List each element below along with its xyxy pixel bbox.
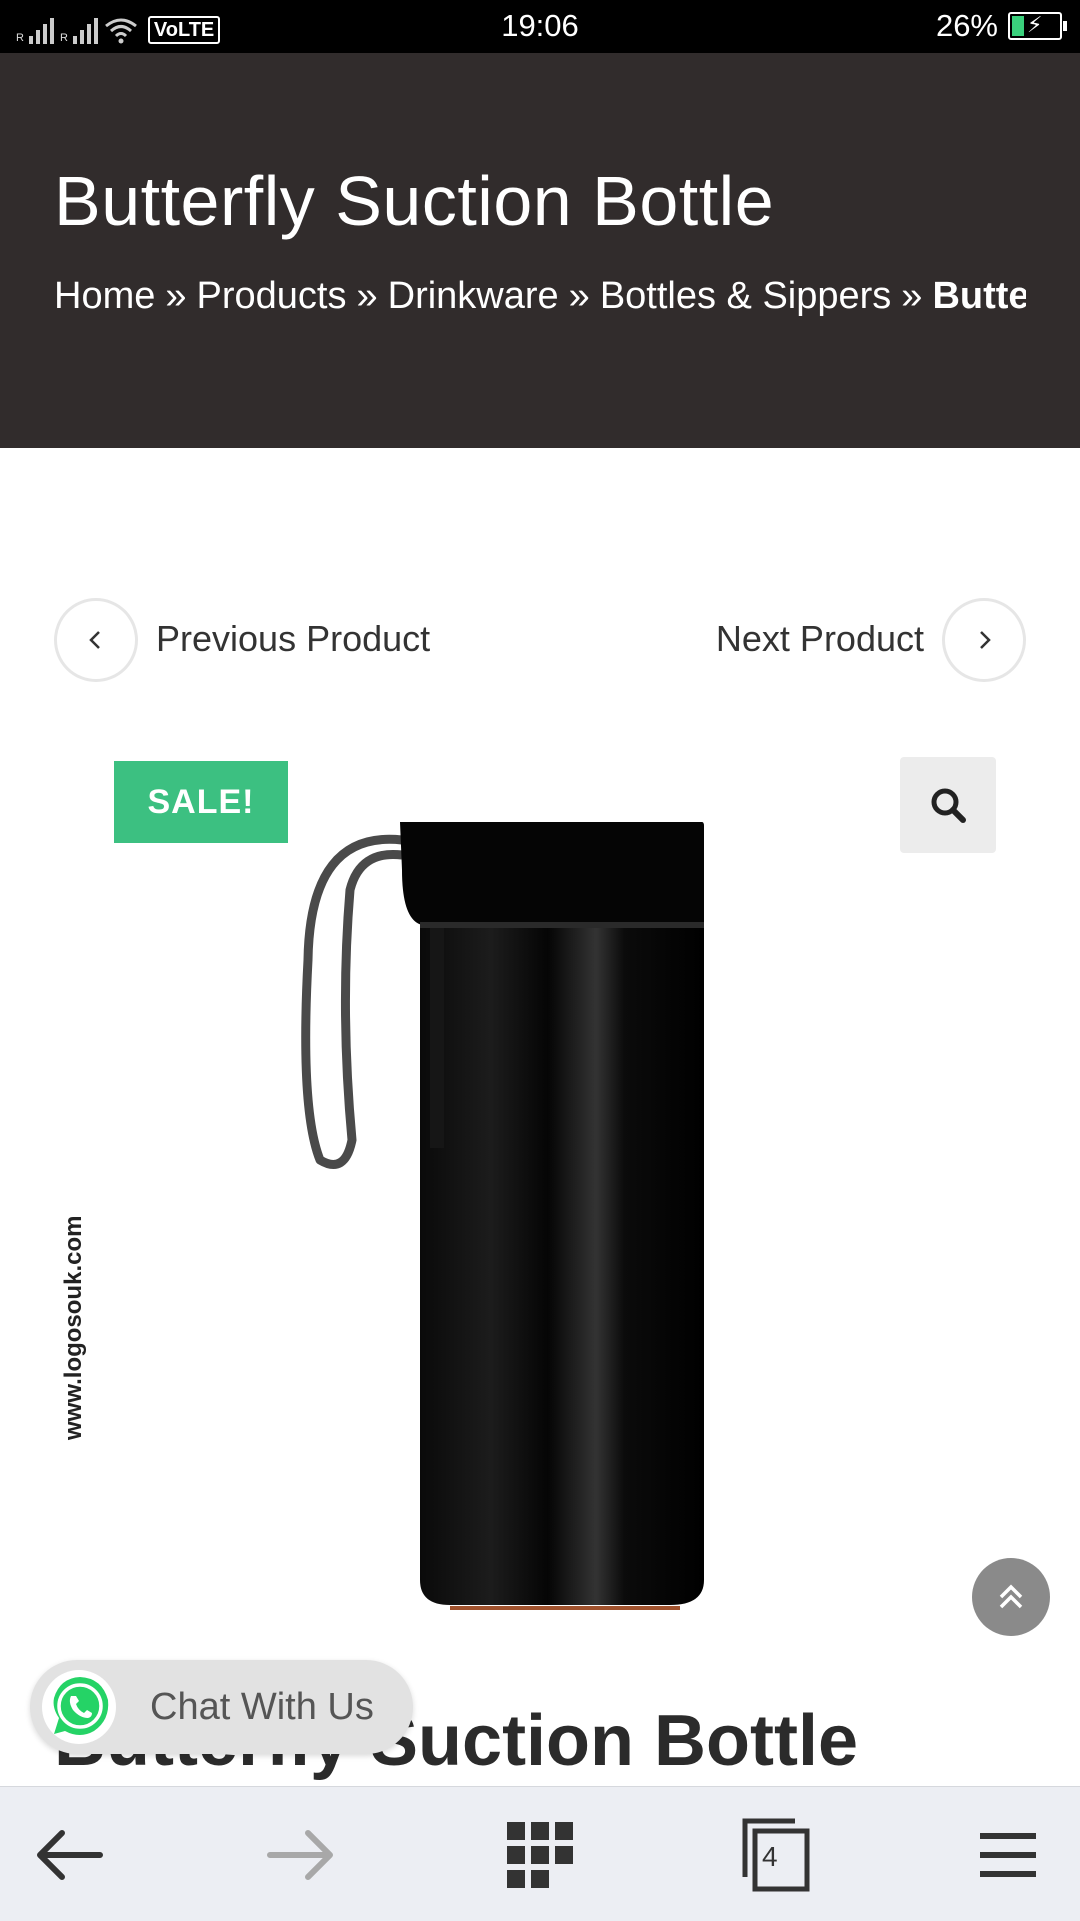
arrow-right-icon xyxy=(267,1830,333,1880)
breadcrumb-bottles-sippers[interactable]: Bottles & Sippers xyxy=(600,275,891,317)
product-image[interactable] xyxy=(290,810,730,1610)
breadcrumb-products[interactable]: Products xyxy=(197,275,347,317)
tabs-button[interactable]: 4 xyxy=(736,1817,816,1893)
next-product-button[interactable] xyxy=(942,598,1026,682)
chevron-right-icon xyxy=(980,631,991,649)
whatsapp-icon xyxy=(42,1670,116,1744)
chevron-left-icon xyxy=(89,631,100,649)
battery-icon: ⚡ xyxy=(1008,12,1067,40)
back-button[interactable] xyxy=(28,1817,108,1893)
breadcrumb-separator: » xyxy=(165,275,187,317)
double-chevron-up-icon xyxy=(999,1584,1023,1609)
breadcrumb-separator: » xyxy=(356,275,378,317)
breadcrumb-home[interactable]: Home xyxy=(54,275,155,317)
browser-bottom-bar: 4 xyxy=(0,1786,1080,1921)
forward-button[interactable] xyxy=(262,1817,342,1893)
zoom-button[interactable] xyxy=(900,757,996,853)
search-icon xyxy=(931,788,966,823)
previous-product-link[interactable]: Previous Product xyxy=(156,618,430,660)
hamburger-icon xyxy=(980,1833,1036,1877)
breadcrumb: Home» Products» Drinkware» Bottles & Sipper… xyxy=(54,275,1026,325)
breadcrumb-separator: » xyxy=(901,275,923,317)
arrow-left-icon xyxy=(37,1830,103,1880)
status-time: 19:06 xyxy=(501,8,579,43)
grid-icon xyxy=(507,1822,573,1888)
breadcrumb-separator: » xyxy=(568,275,590,317)
product-navigation: Previous Product Next Product xyxy=(54,598,1026,682)
battery-status: 26% ⚡ xyxy=(935,8,1067,44)
next-product-link[interactable]: Next Product xyxy=(716,618,924,660)
menu-button[interactable] xyxy=(968,1817,1048,1893)
chat-with-us-button[interactable]: Chat With Us xyxy=(30,1660,413,1754)
battery-percent: 26% xyxy=(935,8,998,43)
page-header: Butterfly Suction Bottle Home» Products» D… xyxy=(0,53,1080,448)
watermark: www.logosouk.com xyxy=(60,1215,87,1440)
tabs-count: 4 xyxy=(762,1841,778,1872)
sale-badge: SALE! xyxy=(114,761,288,843)
scroll-to-top-button[interactable] xyxy=(972,1558,1050,1636)
breadcrumb-current: Butterfly Suction Bottle xyxy=(932,275,1026,317)
chat-label: Chat With Us xyxy=(150,1686,374,1728)
page-title: Butterfly Suction Bottle xyxy=(54,162,775,240)
breadcrumb-drinkware[interactable]: Drinkware xyxy=(388,275,559,317)
status-bar: R R VoLTE 19:06 26% ⚡ xyxy=(0,0,1080,53)
previous-product-button[interactable] xyxy=(54,598,138,682)
apps-button[interactable] xyxy=(500,1817,580,1893)
